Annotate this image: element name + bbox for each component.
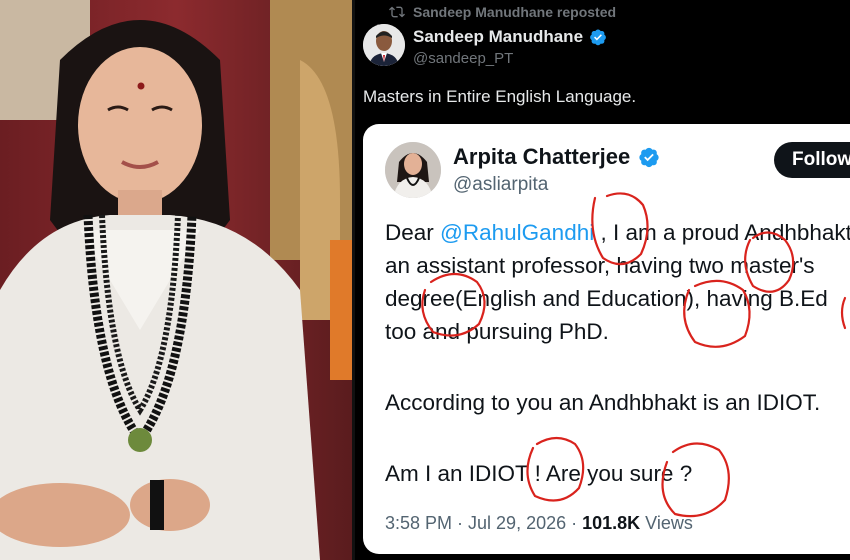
portrait-illustration: [0, 0, 352, 560]
tweet-line-1-prefix: Dear: [385, 220, 441, 245]
quoted-avatar[interactable]: [385, 142, 441, 198]
verified-badge-icon: [590, 29, 606, 46]
author-handle[interactable]: @sandeep_PT: [413, 50, 513, 67]
tweet-meta: 3:58 PM · Jul 29, 2026 · 101.8K Views: [385, 513, 693, 534]
repost-indicator[interactable]: Sandeep Manudhane reposted: [389, 4, 616, 20]
tweet-line-6: Am I an IDIOT ! Are you sure ?: [385, 461, 693, 486]
follow-button[interactable]: Follow: [774, 142, 850, 178]
tweet-line-1-suffix: , I am a proud Andhbhakt,: [594, 220, 850, 245]
tweet-line-4: too and pursuing PhD.: [385, 319, 609, 344]
views-count: 101.8K: [582, 513, 641, 533]
tweet-line-3: degree(English and Education), having B.…: [385, 286, 828, 311]
repost-icon: [389, 6, 405, 18]
avatar-image: [363, 24, 405, 66]
tweet-panel: Sandeep Manudhane reposted Sandeep Manud…: [355, 0, 850, 560]
post-text: Masters in Entire English Language.: [363, 87, 637, 106]
author-name[interactable]: Sandeep Manudhane: [413, 27, 607, 47]
tweet-line-1: Dear @RahulGandhi , I am a proud Andhbha…: [385, 216, 850, 249]
portrait-photo: [0, 0, 352, 560]
avatar[interactable]: [363, 24, 405, 66]
quoted-author-name[interactable]: Arpita Chatterjee: [453, 144, 660, 170]
author-display-name[interactable]: Sandeep Manudhane: [413, 27, 583, 47]
quoted-tweet-card[interactable]: Arpita Chatterjee @asliarpita Follow Dea…: [363, 124, 850, 554]
quoted-author-handle[interactable]: @asliarpita: [453, 174, 548, 196]
tweet-timestamp[interactable]: 3:58 PM · Jul 29, 2026 ·: [385, 513, 582, 533]
repost-label: Sandeep Manudhane reposted: [413, 4, 617, 20]
verified-badge-icon: [639, 147, 659, 168]
quoted-avatar-image: [385, 142, 441, 198]
quoted-tweet-text: Dear @RahulGandhi , I am a proud Andhbha…: [385, 216, 850, 490]
mention-link[interactable]: @RahulGandhi: [440, 220, 594, 245]
tweet-line-2: an assistant professor, having two maste…: [385, 253, 815, 278]
tweet-line-5: According to you an Andhbhakt is an IDIO…: [385, 390, 821, 415]
quoted-display-name[interactable]: Arpita Chatterjee: [453, 144, 630, 170]
views-label: Views: [640, 513, 693, 533]
